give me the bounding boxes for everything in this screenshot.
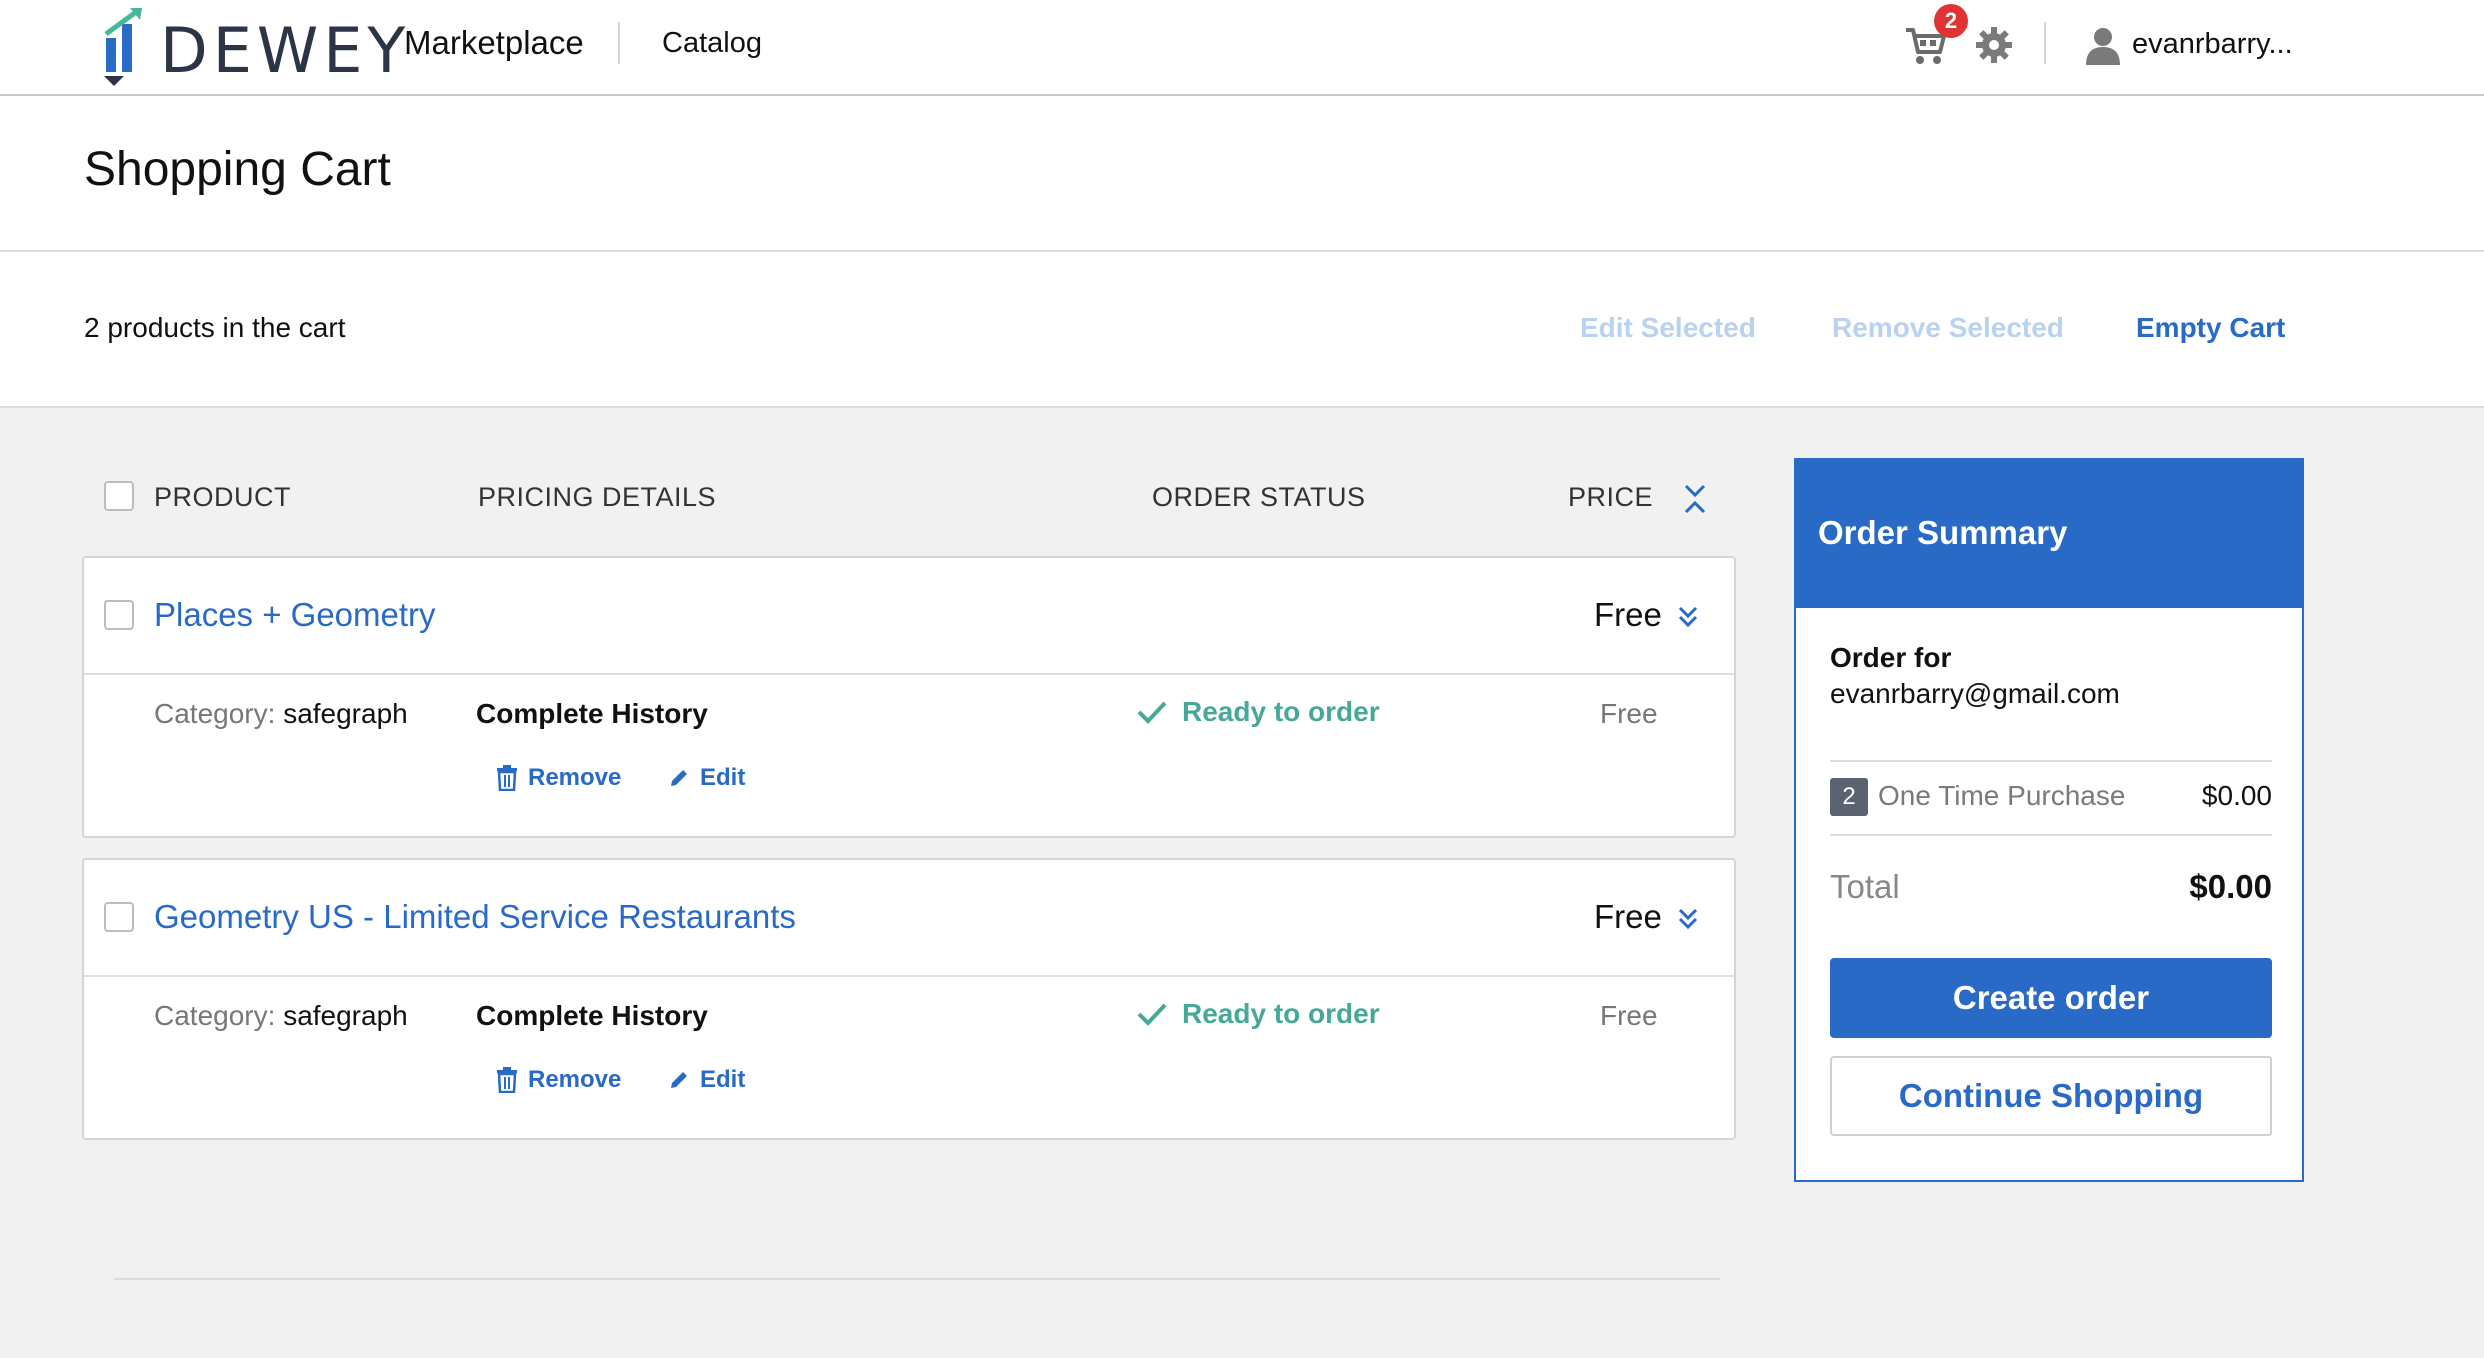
list-bottom-divider <box>114 1278 1720 1280</box>
cart-item-header: Geometry US - Limited Service Restaurant… <box>84 860 1734 977</box>
order-summary-header: Order Summary <box>1796 460 2302 608</box>
total-value: $0.00 <box>2189 868 2272 905</box>
create-order-button[interactable]: Create order <box>1830 958 2272 1038</box>
dewey-logo-icon <box>104 8 142 86</box>
user-menu[interactable]: evanrbarry... <box>2132 28 2293 61</box>
product-title-link[interactable]: Geometry US - Limited Service Restaurant… <box>154 898 796 936</box>
category-value: safegraph <box>283 1000 408 1031</box>
product-title-link[interactable]: Places + Geometry <box>154 596 436 634</box>
pricing-plan: Complete History <box>476 698 708 729</box>
order-status-text: Ready to order <box>1182 696 1380 727</box>
product-category: Category: safegraph <box>154 1000 408 1032</box>
page-title: Shopping Cart <box>84 143 391 196</box>
nav-divider <box>618 22 620 64</box>
cart-toolbar: 2 products in the cart Edit Selected Rem… <box>0 252 2484 408</box>
remove-label: Remove <box>528 1066 622 1093</box>
remove-label: Remove <box>528 764 622 791</box>
category-label: Category: <box>154 698 276 729</box>
total-label: Total <box>1830 868 1900 905</box>
order-status-text: Ready to order <box>1182 998 1380 1029</box>
order-status: Ready to order <box>1136 998 1380 1030</box>
edit-item-button[interactable]: Edit <box>668 764 745 792</box>
purchase-subtotal: $0.00 <box>2201 780 2272 811</box>
order-for-label: Order for <box>1830 642 1952 673</box>
cart-item: Places + Geometry Free Category: safegra… <box>82 556 1736 838</box>
remove-item-button[interactable]: Remove <box>496 1066 621 1094</box>
summary-divider <box>1830 760 2272 762</box>
page-header: Shopping Cart <box>0 96 2484 252</box>
check-icon <box>1137 1003 1167 1026</box>
header-product: PRODUCT <box>154 482 291 512</box>
trash-icon <box>497 765 517 791</box>
collapse-all-icon[interactable] <box>1678 482 1712 516</box>
edit-label: Edit <box>700 764 746 791</box>
order-summary-title: Order Summary <box>1818 514 2068 551</box>
edit-label: Edit <box>700 1066 746 1093</box>
cart-count-badge: 2 <box>1934 4 1968 38</box>
user-icon[interactable] <box>2084 25 2122 65</box>
edit-item-button[interactable]: Edit <box>668 1066 745 1094</box>
chevron-double-down-icon[interactable] <box>1674 602 1702 632</box>
pencil-icon <box>671 1072 687 1088</box>
purchase-type-label: One Time Purchase <box>1878 780 2126 811</box>
product-price: Free <box>1594 596 1662 633</box>
nav-divider-right <box>2044 22 2046 64</box>
select-all-checkbox[interactable] <box>104 481 134 511</box>
cart-product-count: 2 products in the cart <box>84 312 346 343</box>
check-icon <box>1137 701 1167 724</box>
pencil-icon <box>671 770 687 786</box>
purchase-quantity-badge: 2 <box>1830 778 1868 816</box>
header-order-status: ORDER STATUS <box>1152 482 1366 512</box>
product-price: Free <box>1594 898 1662 935</box>
product-category: Category: safegraph <box>154 698 408 730</box>
cart-item-header: Places + Geometry Free <box>84 558 1734 675</box>
category-label: Category: <box>154 1000 276 1031</box>
continue-shopping-button[interactable]: Continue Shopping <box>1830 1056 2272 1136</box>
nav-marketplace[interactable]: Marketplace <box>404 24 584 62</box>
nav-catalog-link[interactable]: Catalog <box>662 27 762 60</box>
top-nav: DEWEY Marketplace Catalog 2 evanrbarry..… <box>0 0 2484 96</box>
header-pricing-details: PRICING DETAILS <box>478 482 717 512</box>
logo-text: DEWEY <box>160 14 411 87</box>
item-checkbox[interactable] <box>104 902 134 932</box>
remove-item-button[interactable]: Remove <box>496 764 621 792</box>
chevron-double-down-icon[interactable] <box>1674 904 1702 934</box>
item-checkbox[interactable] <box>104 600 134 630</box>
pricing-plan: Complete History <box>476 1000 708 1031</box>
order-for-email: evanrbarry@gmail.com <box>1830 678 2120 709</box>
header-price: PRICE <box>1568 482 1654 512</box>
summary-divider <box>1830 834 2272 836</box>
cart-item: Geometry US - Limited Service Restaurant… <box>82 858 1736 1140</box>
dewey-logo[interactable]: DEWEY <box>100 4 405 88</box>
trash-icon <box>497 1067 517 1093</box>
order-summary-panel: Order Summary Order for evanrbarry@gmail… <box>1794 458 2304 1182</box>
gear-icon[interactable] <box>1974 25 2014 65</box>
row-price: Free <box>1600 1000 1658 1031</box>
edit-selected-button[interactable]: Edit Selected <box>1580 312 1756 344</box>
category-value: safegraph <box>283 698 408 729</box>
order-status: Ready to order <box>1136 696 1380 728</box>
empty-cart-button[interactable]: Empty Cart <box>2136 312 2285 344</box>
row-price: Free <box>1600 698 1658 729</box>
remove-selected-button[interactable]: Remove Selected <box>1832 312 2064 344</box>
